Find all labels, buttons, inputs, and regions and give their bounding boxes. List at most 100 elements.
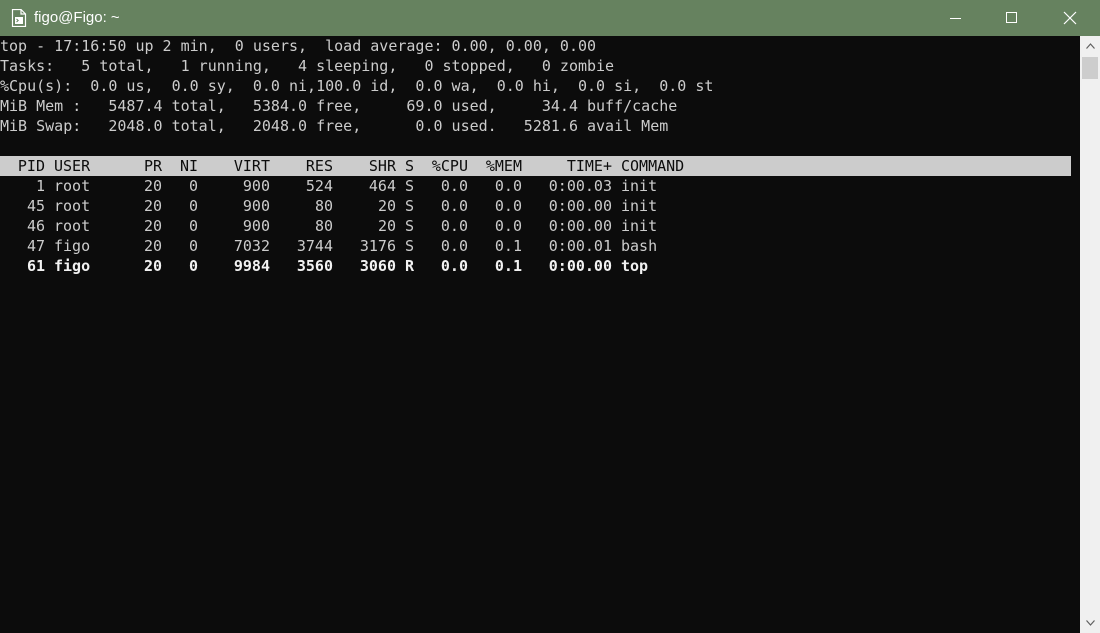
command-cell: top [621, 257, 649, 275]
cpu-cell: 0.0 [440, 257, 468, 275]
minimize-button[interactable] [933, 0, 979, 36]
process-row: 47 figo 20 0 7032 3744 3176 S 0.0 0.1 0:00.01 bash [0, 236, 1071, 256]
process-row: 61 figo 20 0 9984 3560 3060 R 0.0 0.1 0:00.00 top [0, 256, 1071, 276]
state-cell: S [405, 177, 415, 195]
terminal-document-icon[interactable] [11, 8, 27, 28]
priority-cell: 20 [143, 177, 162, 195]
nice-cell: 0 [188, 237, 198, 255]
close-button[interactable] [1047, 0, 1093, 36]
mem-cell: 0.1 [494, 237, 522, 255]
state-cell: S [405, 217, 415, 235]
user-cell: root [54, 217, 91, 235]
column-header: COMMAND [621, 157, 685, 175]
process-row: 45 root 20 0 900 80 20 S 0.0 0.0 0:00.00 init [0, 196, 1071, 216]
nice-cell: 0 [188, 177, 198, 195]
shr-cell: 3060 [359, 257, 396, 275]
priority-cell: 20 [143, 197, 162, 215]
mem-cell: 0.0 [494, 197, 522, 215]
state-cell: R [405, 257, 415, 275]
mem-cell: 0.0 [494, 177, 522, 195]
tasks-line: Tasks: 5 total, 1 running, 4 sleeping, 0… [0, 57, 615, 75]
priority-cell: 20 [143, 217, 162, 235]
shr-cell: 20 [377, 217, 396, 235]
maximize-button[interactable] [989, 0, 1035, 36]
mem-line: MiB Mem : 5487.4 total, 5384.0 free, 69.… [0, 97, 678, 115]
priority-cell: 20 [143, 257, 162, 275]
swap-line: MiB Swap: 2048.0 total, 2048.0 free, 0.0… [0, 117, 669, 135]
process-table-header: PID USER PR NI VIRT RES SHR S %CPU %MEM … [0, 156, 1071, 176]
cpu-cell: 0.0 [440, 237, 468, 255]
pid-cell: 45 [26, 197, 45, 215]
column-header: TIME+ [566, 157, 612, 175]
pid-cell: 46 [26, 217, 45, 235]
mem-cell: 0.1 [494, 257, 522, 275]
res-cell: 3744 [296, 237, 333, 255]
command-cell: init [621, 217, 658, 235]
res-cell: 3560 [296, 257, 333, 275]
column-header: PID [17, 157, 45, 175]
column-header: S [405, 157, 415, 175]
user-cell: root [54, 177, 91, 195]
virt-cell: 900 [242, 197, 270, 215]
close-icon [1063, 11, 1077, 25]
virt-cell: 7032 [233, 237, 270, 255]
scroll-down-button[interactable] [1080, 613, 1100, 633]
cpu-cell: 0.0 [440, 217, 468, 235]
time-cell: 0:00.00 [548, 197, 612, 215]
pid-cell: 61 [26, 257, 45, 275]
scroll-up-button[interactable] [1080, 36, 1100, 56]
user-cell: root [54, 197, 91, 215]
window-title: figo@Figo: ~ [34, 9, 120, 26]
command-cell: init [621, 177, 658, 195]
column-header: %MEM [485, 157, 522, 175]
uptime-line: top - 17:16:50 up 2 min, 0 users, load a… [0, 37, 597, 55]
pid-cell: 47 [26, 237, 45, 255]
column-header: PR [143, 157, 162, 175]
column-header: VIRT [233, 157, 270, 175]
nice-cell: 0 [188, 197, 198, 215]
terminal-output[interactable]: top - 17:16:50 up 2 min, 0 users, load a… [0, 36, 1080, 633]
pid-cell: 1 [35, 177, 45, 195]
column-header: USER [54, 157, 91, 175]
time-cell: 0:00.00 [548, 217, 612, 235]
command-cell: init [621, 197, 658, 215]
nice-cell: 0 [188, 257, 198, 275]
state-cell: S [405, 197, 415, 215]
time-cell: 0:00.03 [548, 177, 612, 195]
vertical-scrollbar[interactable] [1080, 36, 1100, 633]
column-header: NI [179, 157, 198, 175]
scroll-down-arrow-icon [1085, 620, 1095, 626]
column-header: %CPU [431, 157, 468, 175]
cpu-cell: 0.0 [440, 197, 468, 215]
maximize-icon [1006, 12, 1017, 23]
res-cell: 80 [314, 217, 333, 235]
column-header: RES [305, 157, 333, 175]
shr-cell: 464 [368, 177, 396, 195]
column-header: SHR [368, 157, 396, 175]
terminal-window: figo@Figo: ~ top - 17:16:50 up 2 min, 0 … [0, 0, 1100, 633]
cpu-line: %Cpu(s): 0.0 us, 0.0 sy, 0.0 ni,100.0 id… [0, 77, 714, 95]
title-bar[interactable]: figo@Figo: ~ [0, 0, 1100, 36]
virt-cell: 900 [242, 177, 270, 195]
virt-cell: 900 [242, 217, 270, 235]
user-cell: figo [54, 257, 91, 275]
shr-cell: 3176 [359, 237, 396, 255]
nice-cell: 0 [188, 217, 198, 235]
cpu-cell: 0.0 [440, 177, 468, 195]
virt-cell: 9984 [233, 257, 270, 275]
time-cell: 0:00.00 [548, 257, 612, 275]
mem-cell: 0.0 [494, 217, 522, 235]
time-cell: 0:00.01 [548, 237, 612, 255]
res-cell: 80 [314, 197, 333, 215]
user-cell: figo [54, 237, 91, 255]
shr-cell: 20 [377, 197, 396, 215]
process-row: 46 root 20 0 900 80 20 S 0.0 0.0 0:00.00 init [0, 216, 1071, 236]
state-cell: S [405, 237, 415, 255]
command-cell: bash [621, 237, 658, 255]
res-cell: 524 [305, 177, 333, 195]
minimize-icon [950, 18, 961, 19]
priority-cell: 20 [143, 237, 162, 255]
process-row: 1 root 20 0 900 524 464 S 0.0 0.0 0:00.03 init [0, 176, 1071, 196]
scrollbar-thumb[interactable] [1082, 57, 1098, 79]
scroll-up-arrow-icon [1085, 43, 1095, 49]
